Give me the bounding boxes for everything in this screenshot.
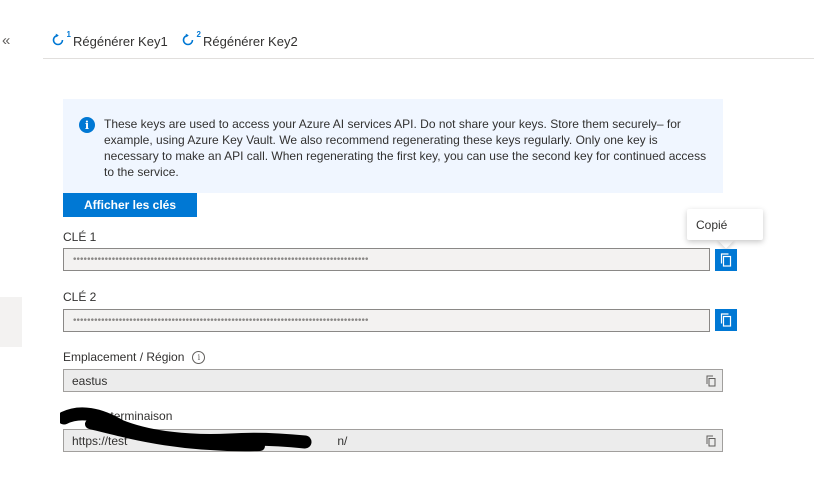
left-panel-strip <box>0 297 22 347</box>
regenerate-key1-label: Régénérer Key1 <box>73 33 168 49</box>
location-label-row: Emplacement / Région i <box>63 350 206 364</box>
regenerate-key1-button[interactable]: 1 Régénérer Key1 <box>51 30 168 49</box>
copy-location-button[interactable] <box>704 374 718 388</box>
key2-field[interactable]: ••••••••••••••••••••••••••••••••••••••••… <box>63 309 710 332</box>
toolbar-divider <box>43 58 814 59</box>
regenerate-key2-label: Régénérer Key2 <box>203 33 298 49</box>
location-label: Emplacement / Région <box>63 350 185 364</box>
key2-value: ••••••••••••••••••••••••••••••••••••••••… <box>72 315 369 326</box>
regenerate-key2-button[interactable]: 2 Régénérer Key2 <box>181 30 298 49</box>
copy-icon <box>720 253 732 267</box>
tooltip-text: Copié <box>696 218 728 232</box>
key2-label: CLÉ 2 <box>63 290 97 304</box>
key1-value: ••••••••••••••••••••••••••••••••••••••••… <box>72 254 369 265</box>
endpoint-value-end: n/ <box>337 433 348 448</box>
key-number-badge: 2 <box>196 30 201 39</box>
location-field[interactable]: eastus <box>63 369 723 392</box>
copy-key1-button[interactable] <box>715 249 737 271</box>
copy-icon <box>720 313 732 327</box>
copy-icon <box>706 375 716 387</box>
redaction-mark <box>60 407 312 452</box>
refresh-icon: 2 <box>181 30 201 49</box>
key1-label: CLÉ 1 <box>63 230 97 244</box>
copied-tooltip: Copié <box>687 209 763 240</box>
copy-endpoint-button[interactable] <box>704 434 718 448</box>
info-icon: i <box>79 117 95 133</box>
info-circle-icon[interactable]: i <box>192 350 206 364</box>
location-value: eastus <box>72 373 108 388</box>
refresh-icon: 1 <box>51 30 71 49</box>
copy-key2-button[interactable] <box>715 309 737 331</box>
show-keys-button[interactable]: Afficher les clés <box>63 193 197 217</box>
key1-field[interactable]: ••••••••••••••••••••••••••••••••••••••••… <box>63 248 710 271</box>
info-message-text: These keys are used to access your Azure… <box>104 117 707 179</box>
collapse-sidebar-button[interactable]: « <box>2 32 10 49</box>
key-number-badge: 1 <box>66 30 71 39</box>
copy-icon <box>706 435 716 447</box>
